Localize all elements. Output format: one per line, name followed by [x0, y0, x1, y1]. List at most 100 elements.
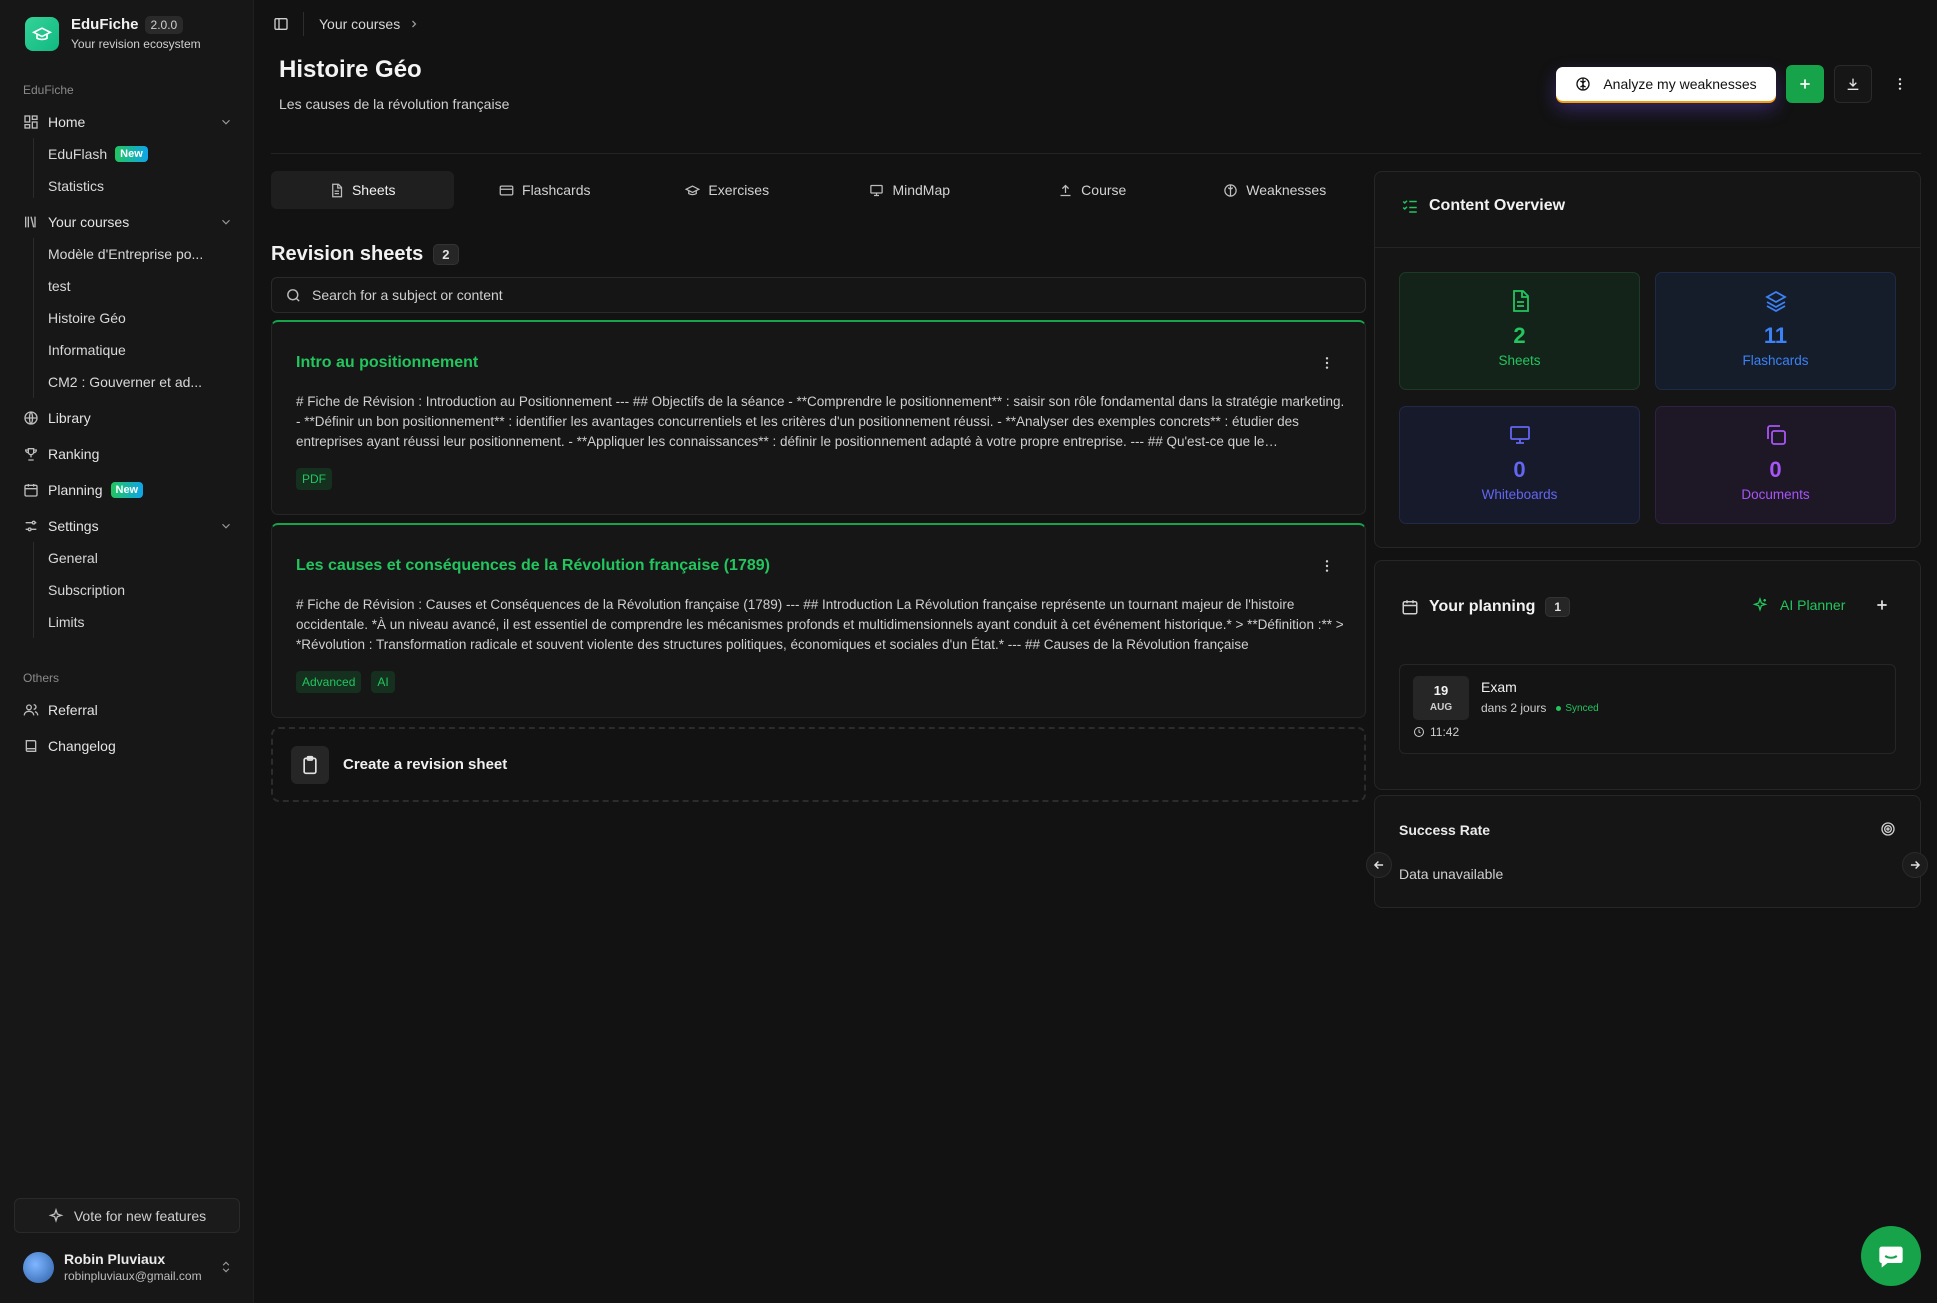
nav-course-item[interactable]: Informatique [48, 339, 218, 361]
chevron-down-icon[interactable] [219, 519, 233, 533]
section-label-others: Others [23, 671, 60, 685]
credit-card-icon [499, 183, 514, 198]
content-overview-panel: Content Overview 2 Sheets 11 Flashcards … [1374, 171, 1921, 548]
new-badge: New [110, 482, 144, 498]
brain-icon [1223, 183, 1238, 198]
user-menu[interactable]: Robin Pluviaux robinpluviaux@gmail.com [23, 1247, 233, 1287]
more-vertical-icon[interactable] [1319, 355, 1335, 371]
nav-home[interactable]: Home [23, 110, 233, 134]
calendar-icon [1401, 598, 1419, 616]
sheet-title[interactable]: Les causes et conséquences de la Révolut… [296, 557, 770, 575]
add-button[interactable] [1786, 65, 1824, 103]
tab-label: Sheets [351, 182, 396, 198]
download-button[interactable] [1834, 65, 1872, 103]
nav-ranking[interactable]: Ranking [23, 442, 233, 466]
nav-course-item[interactable]: Modèle d'Entreprise po... [48, 243, 218, 265]
nav-changelog[interactable]: Changelog [23, 734, 233, 758]
tab-weaknesses[interactable]: Weaknesses [1184, 171, 1367, 209]
plus-icon[interactable] [1874, 597, 1890, 613]
stat-label: Flashcards [1742, 353, 1809, 368]
app-tagline: Your revision ecosystem [71, 37, 201, 51]
nav-course-item[interactable]: CM2 : Gouverner et ad... [48, 371, 218, 393]
vote-features-button[interactable]: Vote for new features [14, 1198, 240, 1233]
sheet-card[interactable]: Les causes et conséquences de la Révolut… [271, 523, 1366, 718]
nav-settings-general[interactable]: General [48, 547, 218, 569]
success-rate-panel: Success Rate Data unavailable [1374, 795, 1921, 908]
nav-eduflash[interactable]: EduFlash New [48, 143, 218, 165]
sheet-title[interactable]: Intro au positionnement [296, 354, 478, 372]
more-vertical-icon[interactable] [1319, 558, 1335, 574]
user-email: robinpluviaux@gmail.com [64, 1269, 202, 1283]
carousel-prev-button[interactable] [1366, 852, 1392, 878]
count-badge: 2 [433, 244, 459, 265]
sheet-card[interactable]: Intro au positionnement # Fiche de Révis… [271, 320, 1366, 515]
search-bar[interactable] [271, 277, 1366, 313]
breadcrumb[interactable]: Your courses [319, 16, 420, 32]
nav-your-courses[interactable]: Your courses [23, 210, 233, 234]
nav-home-label: Home [48, 114, 86, 130]
analyze-weaknesses-label: Analyze my weaknesses [1603, 76, 1757, 92]
nav-planning[interactable]: Planning New [23, 478, 233, 502]
trophy-icon [23, 446, 39, 462]
new-badge: New [115, 146, 148, 162]
plus-icon [1797, 76, 1813, 92]
upload-icon [1058, 183, 1073, 198]
nav-statistics[interactable]: Statistics [48, 175, 218, 197]
tab-label: MindMap [892, 182, 951, 198]
chevron-down-icon[interactable] [219, 115, 233, 129]
nav-settings[interactable]: Settings [23, 514, 233, 538]
count-badge: 1 [1545, 597, 1571, 617]
event-time: 11:42 [1413, 725, 1459, 739]
nav-course-item[interactable]: Histoire Géo [48, 307, 218, 329]
event-day: 19 [1433, 683, 1449, 698]
section-title: Revision sheets 2 [271, 243, 459, 266]
brand[interactable]: EduFiche 2.0.0 Your revision ecosystem [25, 16, 201, 51]
tab-label: Weaknesses [1246, 182, 1327, 198]
stat-label: Documents [1741, 487, 1810, 502]
sidebar-toggle-icon[interactable] [273, 16, 289, 32]
tab-flashcards[interactable]: Flashcards [454, 171, 637, 209]
carousel-next-button[interactable] [1902, 852, 1928, 878]
chevron-down-icon[interactable] [219, 215, 233, 229]
chat-button[interactable] [1861, 1226, 1921, 1286]
status-text: Synced [1565, 702, 1599, 714]
stat-whiteboards[interactable]: 0 Whiteboards [1399, 406, 1640, 524]
stat-value: 0 [1513, 457, 1526, 482]
section-label-main: EduFiche [23, 83, 74, 97]
nav-course-item[interactable]: test [48, 275, 218, 297]
tab-course[interactable]: Course [1001, 171, 1184, 209]
tag-badge: AI [371, 671, 395, 693]
tab-exercises[interactable]: Exercises [636, 171, 819, 209]
status-dot [1556, 705, 1562, 711]
presentation-icon [1508, 423, 1532, 447]
nav-library[interactable]: Library [23, 406, 233, 430]
layers-icon [1764, 289, 1788, 313]
search-input[interactable] [312, 287, 1312, 303]
tab-sheets[interactable]: Sheets [271, 171, 454, 209]
stat-flashcards[interactable]: 11 Flashcards [1655, 272, 1896, 390]
nav-settings-limits[interactable]: Limits [48, 611, 218, 633]
ai-planner-button[interactable]: AI Planner [1752, 597, 1845, 613]
sparkles-icon [48, 1207, 64, 1224]
page-title: Histoire Géo [279, 56, 422, 83]
breadcrumb-item[interactable]: Your courses [319, 16, 400, 32]
create-sheet-button[interactable]: Create a revision sheet [271, 727, 1366, 802]
submenu-rail [33, 542, 34, 638]
panel-title: Success Rate [1399, 822, 1491, 838]
stat-value: 11 [1763, 323, 1788, 348]
tab-bar: Sheets Flashcards Exercises MindMap Cour… [271, 171, 1366, 209]
analyze-weaknesses-button[interactable]: Analyze my weaknesses [1556, 67, 1776, 101]
nav-referral[interactable]: Referral [23, 698, 233, 722]
tab-mindmap[interactable]: MindMap [819, 171, 1002, 209]
create-sheet-label: Create a revision sheet [343, 756, 508, 773]
more-options-button[interactable] [1886, 73, 1914, 95]
graduation-cap-icon [25, 16, 59, 51]
stat-documents[interactable]: 0 Documents [1655, 406, 1896, 524]
tab-label: Exercises [708, 182, 770, 198]
ai-planner-label: AI Planner [1780, 597, 1846, 613]
nav-settings-subscription[interactable]: Subscription [48, 579, 218, 601]
planning-event[interactable]: 19 AUG Exam dans 2 jours Synced 11:42 [1399, 664, 1896, 754]
stat-sheets[interactable]: 2 Sheets [1399, 272, 1640, 390]
avatar [23, 1251, 54, 1283]
revision-sheets-title: Revision sheets [271, 243, 424, 265]
